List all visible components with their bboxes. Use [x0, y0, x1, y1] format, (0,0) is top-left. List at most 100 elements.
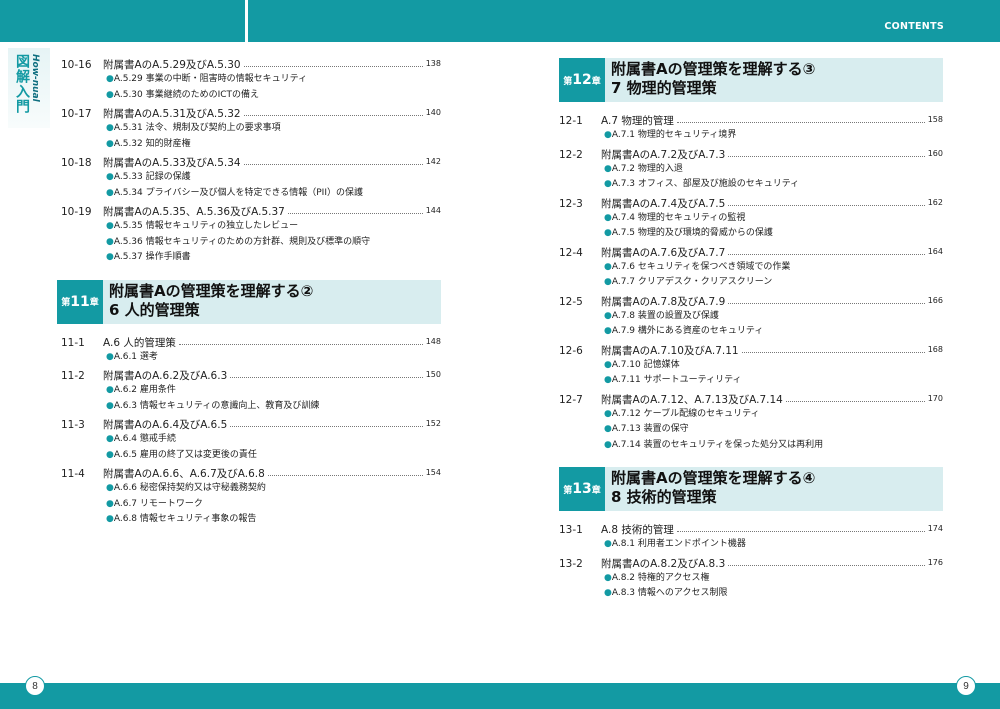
- toc-subsection: ●A.6.5 雇用の終了又は変更後の責任: [61, 448, 441, 464]
- subsection-text: A.6.8 情報セキュリティ事象の報告: [113, 514, 257, 524]
- toc-subsection: ●A.5.35 情報セキュリティの独立したレビュー: [61, 219, 441, 235]
- chapter-12-header: 第 12 章 附属書Aの管理策を理解する③ 7 物理的管理策: [559, 58, 943, 102]
- toc-section-row[interactable]: 12-7 附属書AのA.7.12、A.7.13及びA.7.14 170: [559, 393, 943, 407]
- section-page: 144: [425, 206, 441, 215]
- toc-section-row[interactable]: 12-2 附属書AのA.7.2及びA.7.3 160: [559, 148, 943, 162]
- bullet-icon: ●: [604, 130, 612, 140]
- bullet-icon: ●: [604, 424, 612, 434]
- toc-section-row[interactable]: 12-3 附属書AのA.7.4及びA.7.5 162: [559, 197, 943, 211]
- chapter-title-line1: 附属書Aの管理策を理解する③: [611, 60, 816, 78]
- bullet-icon: ●: [604, 179, 612, 189]
- section-title: 附属書AのA.6.6、A.6.7及びA.6.8: [103, 468, 265, 480]
- toc-subsection: ●A.7.6 セキュリティを保つべき領域での作業: [559, 260, 943, 276]
- section-page: 154: [425, 468, 441, 477]
- toc-section-row[interactable]: 12-1 A.7 物理的管理 158: [559, 114, 943, 128]
- subsection-text: A.5.33 記録の保護: [113, 172, 191, 182]
- subsection-text: A.8.2 特権的アクセス権: [611, 572, 710, 583]
- toc-subsection: ●A.7.8 装置の設置及び保護: [559, 309, 943, 325]
- bullet-icon: ●: [106, 221, 114, 231]
- toc-subsection: ●A.7.13 装置の保守: [559, 422, 943, 438]
- toc-subsection: ●A.7.3 オフィス、部屋及び施設のセキュリティ: [559, 177, 943, 193]
- section-number: 12-1: [559, 115, 583, 127]
- toc-section-row[interactable]: 11-2 附属書AのA.6.2及びA.6.3 150: [61, 369, 441, 383]
- toc-subsection: ●A.7.4 物理的セキュリティの監視: [559, 211, 943, 227]
- toc-entry: 12-1 A.7 物理的管理 158 ●A.7.1 物理的セキュリティ境界: [559, 114, 943, 144]
- section-page: 152: [425, 419, 441, 428]
- dot-leader: [230, 418, 423, 427]
- bullet-icon: ●: [604, 572, 612, 583]
- toc-section-row[interactable]: 10-17 附属書AのA.5.31及びA.5.32 140: [61, 107, 441, 121]
- section-page: 168: [927, 344, 943, 354]
- dot-leader: [741, 344, 925, 353]
- toc-subsection: ●A.6.8 情報セキュリティ事象の報告: [61, 512, 441, 528]
- section-number: 12-2: [559, 148, 583, 161]
- subsection-text: A.5.35 情報セキュリティの独立したレビュー: [113, 221, 299, 231]
- toc-entry: 12-5 附属書AのA.7.8及びA.7.9 166 ●A.7.8 装置の設置及び保護…: [559, 295, 943, 340]
- subsection-text: A.7.12 ケーブル配線のセキュリティ: [611, 408, 760, 419]
- section-number: 11-4: [61, 468, 85, 480]
- section-page: 142: [425, 157, 441, 166]
- toc-section-row[interactable]: 12-6 附属書AのA.7.10及びA.7.11 168: [559, 344, 943, 358]
- bullet-icon: ●: [106, 434, 114, 444]
- section-page: 158: [927, 115, 943, 124]
- toc-subsection: ●A.6.6 秘密保持契約又は守秘義務契約: [61, 481, 441, 497]
- section-page: 162: [927, 197, 943, 207]
- toc-section-row[interactable]: 10-19 附属書AのA.5.35、A.5.36及びA.5.37 144: [61, 205, 441, 219]
- toc-section-row[interactable]: 13-1 A.8 技術的管理 174: [559, 523, 943, 537]
- toc-section-row[interactable]: 12-5 附属書AのA.7.8及びA.7.9 166: [559, 295, 943, 309]
- section-title: 附属書AのA.7.4及びA.7.5: [601, 197, 726, 210]
- dot-leader: [676, 523, 925, 532]
- toc-subsection: ●A.5.33 記録の保護: [61, 170, 441, 186]
- subsection-text: A.7.13 装置の保守: [611, 424, 689, 434]
- bullet-icon: ●: [604, 326, 612, 336]
- bullet-icon: ●: [106, 385, 114, 395]
- bullet-icon: ●: [106, 514, 114, 524]
- dot-leader: [230, 369, 423, 378]
- toc-section-row[interactable]: 11-3 附属書AのA.6.4及びA.6.5 152: [61, 418, 441, 432]
- toc-section-row[interactable]: 10-16 附属書AのA.5.29及びA.5.30 138: [61, 58, 441, 72]
- section-page: 150: [425, 370, 441, 379]
- bullet-icon: ●: [604, 375, 612, 385]
- section-number: 10-16: [61, 59, 92, 71]
- section-title: A.8 技術的管理: [601, 524, 674, 536]
- toc-section-row[interactable]: 10-18 附属書AのA.5.33及びA.5.34 142: [61, 156, 441, 170]
- chapter-title-line2: 6 人的管理策: [109, 300, 200, 319]
- section-number: 10-18: [61, 157, 92, 169]
- section-page: 148: [425, 336, 441, 346]
- bullet-icon: ●: [106, 123, 114, 133]
- toc-subsection: ●A.7.11 サポートユーティリティ: [559, 373, 943, 389]
- subsection-text: A.5.36 情報セキュリティのための方針群、規則及び標準の順守: [113, 236, 371, 247]
- section-number: 12-3: [559, 197, 583, 210]
- dot-leader: [728, 295, 925, 304]
- bullet-icon: ●: [106, 483, 114, 493]
- subsection-text: A.7.1 物理的セキュリティ境界: [611, 130, 737, 140]
- chapter-tag: 第 12 章: [559, 58, 605, 102]
- toc-section-row[interactable]: 13-2 附属書AのA.8.2及びA.8.3 176: [559, 557, 943, 571]
- toc-entry: 11-1 A.6 人的管理策 148 ●A.6.1 選考: [61, 336, 441, 366]
- section-page: 138: [425, 59, 441, 68]
- section-number: 13-2: [559, 557, 583, 570]
- toc-group-chapter11: 11-1 A.6 人的管理策 148 ●A.6.1 選考 11-2 附属書AのA.6.2及…: [61, 336, 441, 528]
- toc-subsection: ●A.7.14 装置のセキュリティを保った処分又は再利用: [559, 438, 943, 454]
- bullet-icon: ●: [604, 439, 612, 450]
- subsection-text: A.6.5 雇用の終了又は変更後の責任: [113, 449, 257, 460]
- section-title: A.6 人的管理策: [103, 336, 176, 349]
- toc-section-row[interactable]: 11-4 附属書AのA.6.6、A.6.7及びA.6.8 154: [61, 467, 441, 481]
- dot-leader: [785, 393, 925, 402]
- toc-entry: 12-2 附属書AのA.7.2及びA.7.3 160 ●A.7.2 物理的入退 ●A.7…: [559, 148, 943, 193]
- section-title: 附属書AのA.8.2及びA.8.3: [601, 557, 726, 570]
- toc-section-row[interactable]: 11-1 A.6 人的管理策 148: [61, 336, 441, 350]
- chapter-11-header: 第 11 章 附属書Aの管理策を理解する② 6 人的管理策: [57, 279, 441, 324]
- toc-entry: 13-1 A.8 技術的管理 174 ●A.8.1 利用者エンドポイント機器: [559, 523, 943, 553]
- section-title: 附属書AのA.5.35、A.5.36及びA.5.37: [103, 206, 285, 218]
- chapter-13-header: 第 13 章 附属書Aの管理策を理解する④ 8 技術的管理策: [559, 467, 943, 511]
- dot-leader: [243, 107, 423, 116]
- toc-entry: 10-18 附属書AのA.5.33及びA.5.34 142 ●A.5.33 記録の保護…: [61, 156, 441, 201]
- bullet-icon: ●: [604, 277, 612, 287]
- dot-leader: [243, 58, 423, 67]
- toc-section-row[interactable]: 12-4 附属書AのA.7.6及びA.7.7 164: [559, 246, 943, 260]
- bullet-icon: ●: [106, 138, 114, 149]
- section-number: 10-17: [61, 108, 92, 120]
- left-column: 10-16 附属書AのA.5.29及びA.5.30 138 ●A.5.29 事業の中断…: [57, 58, 441, 528]
- toc-subsection: ●A.6.3 情報セキュリティの意識向上、教育及び訓練: [61, 399, 441, 415]
